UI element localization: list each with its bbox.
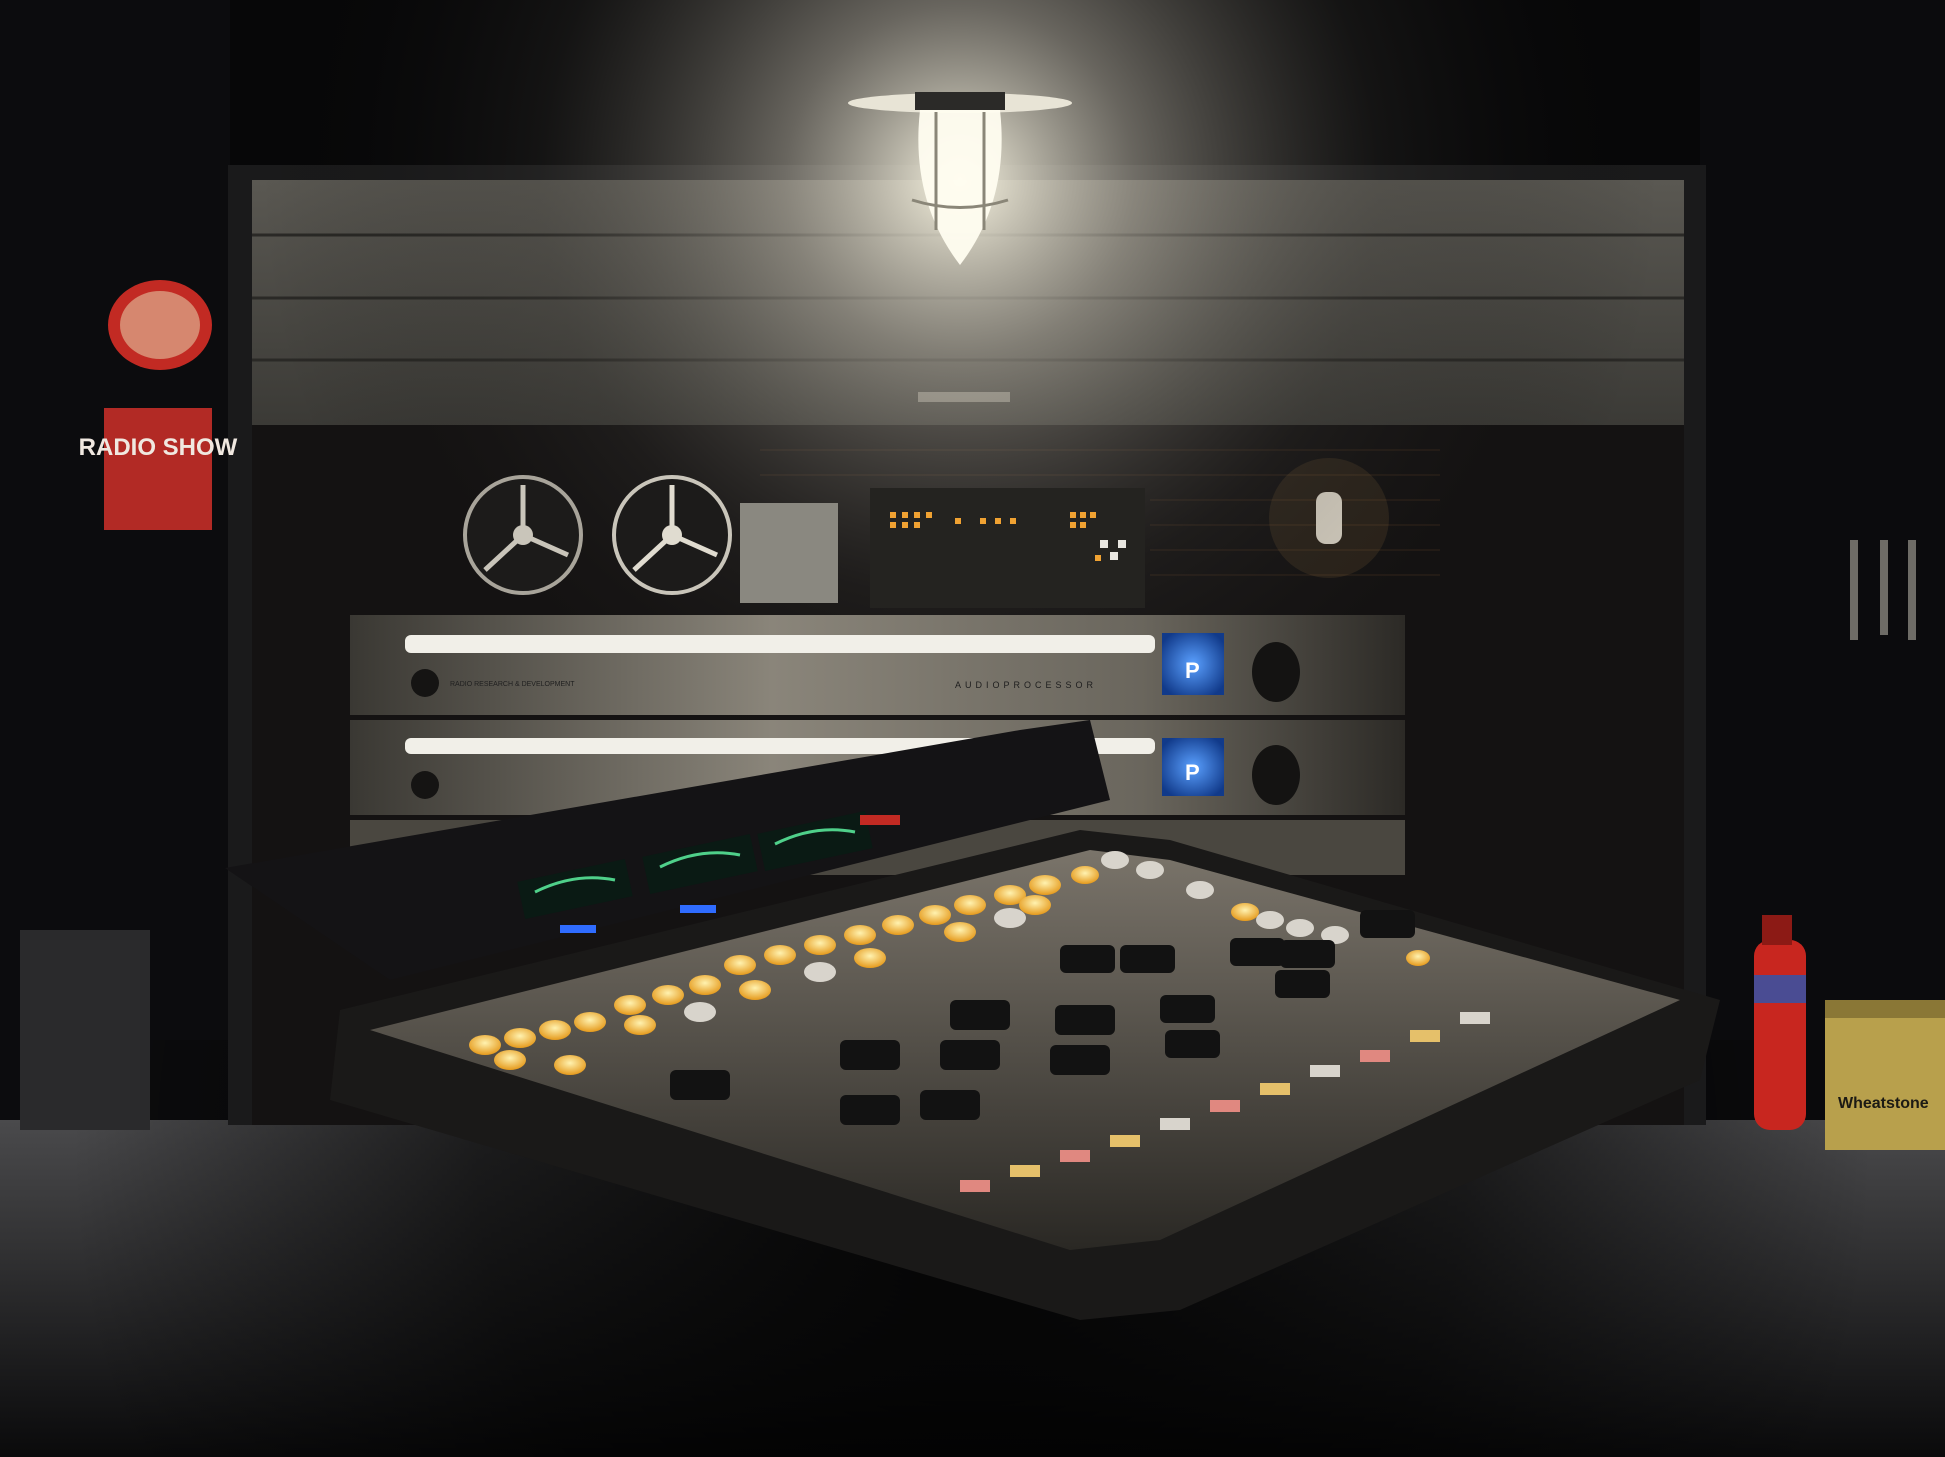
wall-sign-round	[108, 280, 212, 370]
led-rack	[870, 488, 1145, 608]
cardboard-box: Wheatstone	[1825, 1000, 1945, 1150]
left-crate	[20, 930, 150, 1130]
studio-scene: RADIO RESEARCH & DEVELOPMENT AUDIOPROCES…	[0, 0, 1945, 1457]
poster-text: RADIO SHOW	[79, 434, 238, 461]
svg-text:P: P	[1185, 760, 1200, 785]
reel-left	[463, 475, 583, 595]
brand-label: RADIO RESEARCH & DEVELOPMENT	[450, 681, 575, 688]
fire-extinguisher	[1754, 915, 1806, 1130]
tape-machine-panel	[740, 503, 838, 603]
model-label: AUDIOPROCESSOR	[955, 680, 1097, 690]
box-label: Wheatstone	[1838, 1095, 1929, 1112]
svg-text:P: P	[1185, 658, 1200, 683]
processor-unit-1: RADIO RESEARCH & DEVELOPMENT AUDIOPROCES…	[350, 615, 1405, 715]
reel-right	[612, 475, 732, 595]
